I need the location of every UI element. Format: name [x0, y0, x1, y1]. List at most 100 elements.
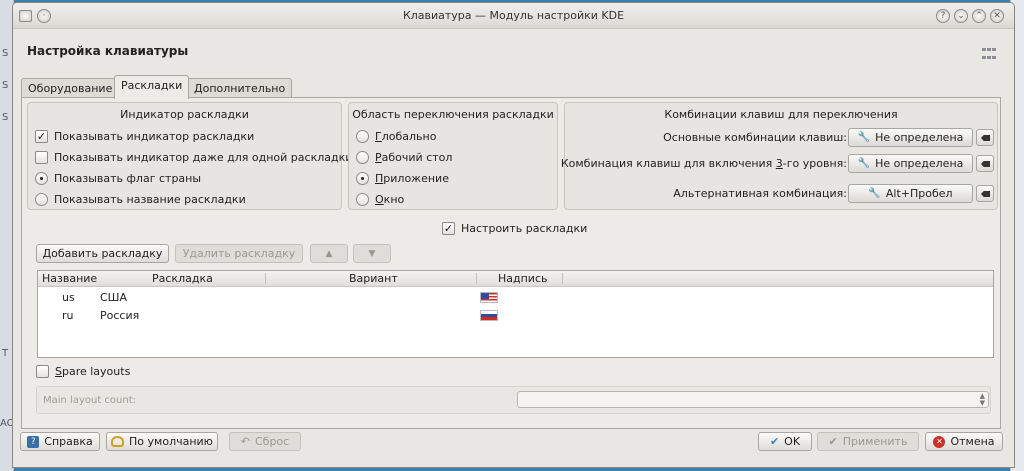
third-level-shortcut-button[interactable]: 🔧 Не определена: [848, 154, 973, 173]
spare-layouts-checkbox[interactable]: Spare layouts: [36, 365, 130, 378]
radio-selected-icon: [356, 172, 369, 185]
group-title: Комбинации клавиш для переключения: [664, 108, 898, 121]
configure-icon[interactable]: [982, 48, 998, 62]
ok-button[interactable]: ✔ OK: [758, 432, 812, 451]
ok-check-icon: ✔: [769, 435, 780, 448]
group-title: Индикатор раскладки: [120, 108, 249, 121]
radio-selected-icon: [35, 172, 48, 185]
switching-area-group: Область переключения раскладки Глобально…: [348, 102, 558, 210]
configure-layouts-checkbox[interactable]: ✓ Настроить раскладки: [442, 222, 587, 235]
option-label: Глобально: [375, 130, 437, 143]
main-shortcut-button[interactable]: 🔧 Не определена: [848, 128, 973, 147]
checkbox-icon: [36, 365, 49, 378]
reset-icon: ↶: [240, 435, 250, 448]
tab-advanced[interactable]: Дополнительно: [187, 78, 293, 98]
checkbox-icon: [35, 151, 48, 164]
button-label: Удалить раскладку: [182, 247, 296, 260]
show-flag-radio[interactable]: Показывать флаг страны: [35, 172, 201, 185]
clear-alt-shortcut-button[interactable]: [976, 185, 994, 202]
wrench-icon: 🔧: [857, 132, 871, 143]
third-level-shortcut-label: Комбинация клавиш для включения 3-го уро…: [560, 157, 847, 170]
cancel-button[interactable]: ✕ Отмена: [925, 432, 1003, 451]
defaults-button[interactable]: По умолчанию: [106, 432, 218, 451]
background-text: S: [2, 80, 9, 91]
option-label: Показывать индикатор даже для одной раск…: [54, 151, 353, 164]
button-label: Справка: [44, 435, 93, 448]
button-label: Отмена: [950, 435, 995, 448]
switch-global-radio[interactable]: Глобально: [356, 130, 436, 143]
arrow-up-icon: ▲: [325, 248, 333, 259]
close-icon[interactable]: ✕: [990, 9, 1004, 23]
option-label: Показывать флаг страны: [54, 172, 202, 185]
clear-main-shortcut-button[interactable]: [976, 129, 994, 146]
option-label: Окно: [375, 193, 405, 206]
cancel-icon: ✕: [933, 435, 946, 448]
column-header-name[interactable]: Название: [42, 272, 97, 285]
option-label: Настроить раскладки: [461, 222, 588, 235]
option-label: Spare layouts: [55, 365, 131, 378]
column-separator: [265, 273, 266, 284]
main-layout-count-spinbox[interactable]: ▲ ▼: [517, 391, 989, 408]
background-text: S: [2, 112, 9, 123]
radio-icon: [356, 130, 369, 143]
apply-button[interactable]: ✔ Применить: [817, 432, 919, 451]
checkbox-checked-icon: ✓: [442, 222, 455, 235]
tab-layouts[interactable]: Раскладки: [114, 75, 190, 99]
help-book-icon: ?: [27, 435, 40, 448]
layouts-table[interactable]: Название Раскладка Вариант Надпись us СШ…: [37, 270, 994, 358]
radio-icon: [356, 151, 369, 164]
column-header-layout[interactable]: Раскладка: [152, 272, 213, 285]
show-name-radio[interactable]: Показывать название раскладки: [35, 193, 246, 206]
show-indicator-single-checkbox[interactable]: Показывать индикатор даже для одной раск…: [35, 151, 352, 164]
radio-icon: [35, 193, 48, 206]
help-icon[interactable]: ?: [936, 9, 950, 23]
tab-label: Дополнительно: [194, 82, 286, 95]
column-header-variant[interactable]: Вариант: [349, 272, 398, 285]
row-name: us: [62, 291, 75, 304]
checkbox-checked-icon: ✓: [35, 130, 48, 143]
option-label: Показывать название раскладки: [54, 193, 246, 206]
shortcut-value: Не определена: [875, 157, 964, 170]
column-header-label[interactable]: Надпись: [498, 272, 548, 285]
maximize-icon[interactable]: ⌃: [972, 9, 986, 23]
background-text: T: [2, 348, 9, 359]
page-title: Настройка клавиатуры: [27, 44, 189, 58]
window-title: Клавиатура — Модуль настройки KDE: [402, 9, 625, 22]
reset-button[interactable]: ↶ Сброс: [229, 432, 301, 451]
move-up-button[interactable]: ▲: [310, 244, 348, 263]
defaults-icon: [111, 436, 125, 447]
row-layout: США: [100, 291, 127, 304]
main-layout-count-label: Main layout count:: [43, 395, 137, 406]
tab-label: Оборудование: [28, 82, 113, 95]
tab-hardware[interactable]: Оборудование: [21, 78, 120, 98]
wrench-icon: 🔧: [868, 188, 881, 199]
button-label: По умолчанию: [129, 435, 213, 448]
shortcut-value: Не определена: [875, 131, 964, 144]
alt-shortcut-label: Альтернативная комбинация:: [673, 187, 847, 200]
main-shortcut-label: Основные комбинации клавиш:: [663, 131, 847, 144]
option-label: Показывать индикатор раскладки: [54, 130, 255, 143]
remove-layout-button[interactable]: Удалить раскладку: [175, 244, 303, 263]
us-flag-icon: [480, 292, 498, 303]
move-down-button[interactable]: ▼: [353, 244, 391, 263]
alt-shortcut-button[interactable]: 🔧 Alt+Пробел: [848, 184, 973, 203]
indicator-group: Индикатор раскладки ✓ Показывать индикато…: [27, 102, 352, 210]
clear-third-level-shortcut-button[interactable]: [976, 155, 994, 172]
title-bar[interactable]: · Клавиатура — Модуль настройки KDE ? ⌄ …: [13, 3, 1014, 29]
button-label: OK: [784, 435, 801, 448]
switch-application-radio[interactable]: Приложение: [356, 172, 449, 185]
add-layout-button[interactable]: Добавить раскладку: [36, 244, 169, 263]
table-header: Название Раскладка Вариант Надпись: [38, 271, 993, 287]
radio-icon: [356, 193, 369, 206]
row-layout: Россия: [100, 309, 140, 322]
layouts-tab-panel: Индикатор раскладки ✓ Показывать индикато…: [21, 97, 1001, 429]
minimize-icon[interactable]: ⌄: [954, 9, 968, 23]
button-label: Сброс: [254, 435, 290, 448]
switch-desktop-radio[interactable]: Рабочий стол: [356, 151, 452, 164]
switch-window-radio[interactable]: Окно: [356, 193, 404, 206]
help-button[interactable]: ? Справка: [20, 432, 100, 451]
option-label: Приложение: [375, 172, 449, 185]
spin-arrows-icon[interactable]: ▲ ▼: [980, 393, 985, 407]
apply-check-icon: ✔: [828, 435, 838, 448]
show-indicator-checkbox[interactable]: ✓ Показывать индикатор раскладки: [35, 130, 254, 143]
